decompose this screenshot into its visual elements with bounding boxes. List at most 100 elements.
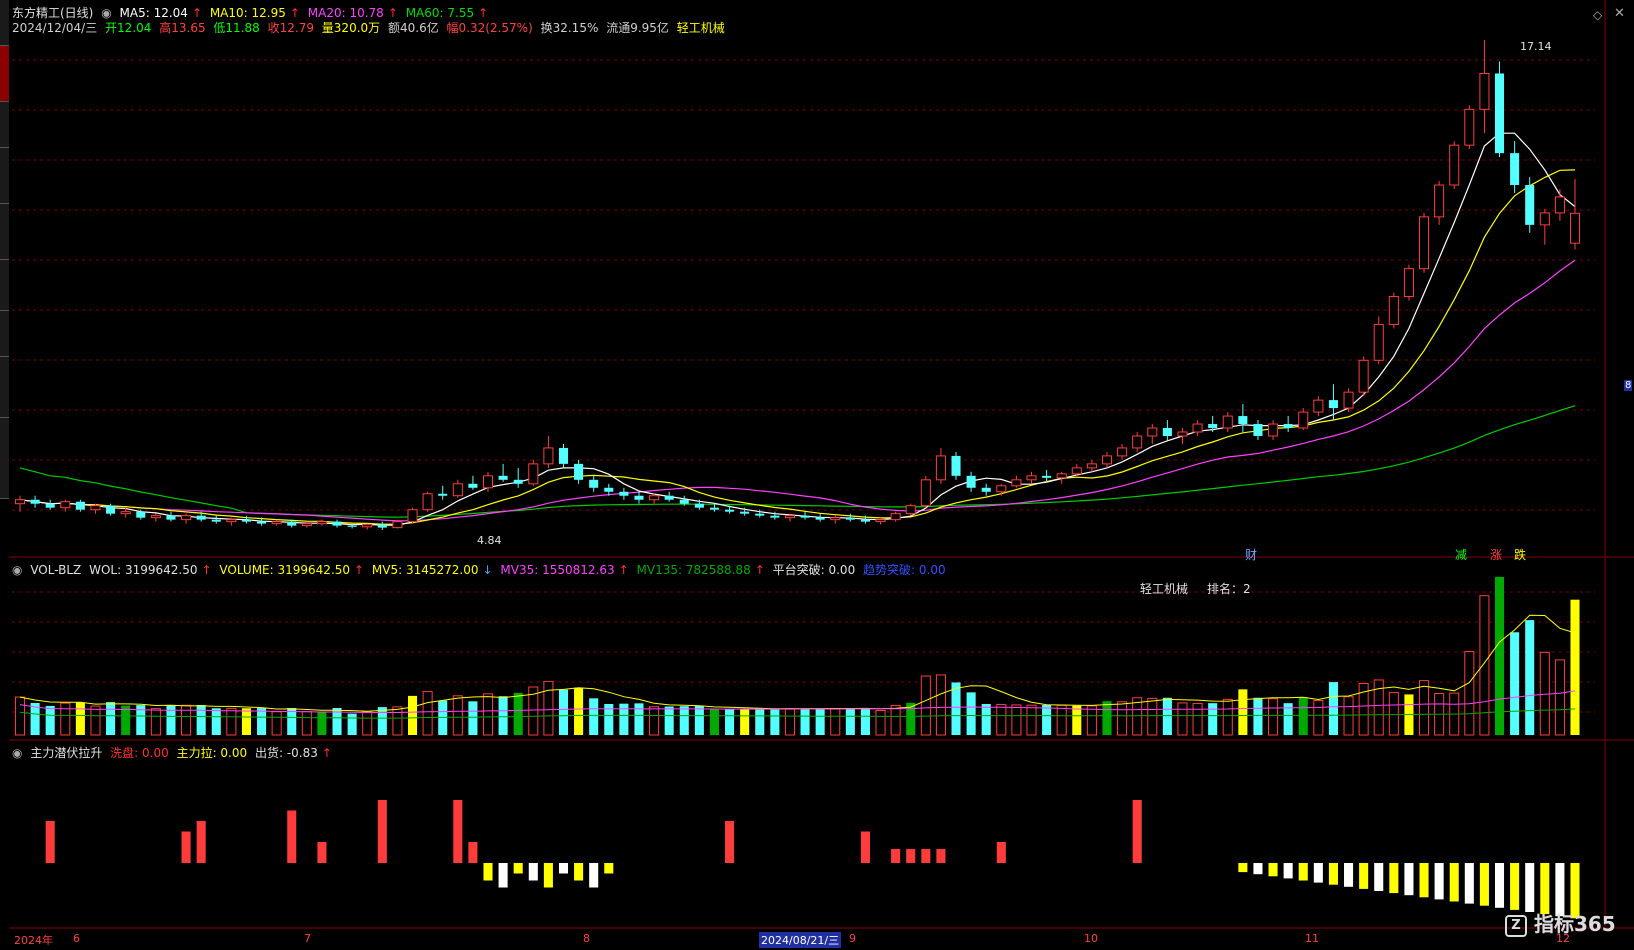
candle-body-up (452, 483, 463, 497)
event-marker-reduce[interactable]: 减 (1455, 546, 1467, 563)
vol-volume-up-icon: ↑ (354, 563, 365, 577)
indicator-bar-down (1464, 863, 1474, 904)
ind-gear-icon[interactable]: ◉ (12, 746, 22, 760)
indicator-bar-up (936, 849, 946, 863)
ind-name[interactable]: 主力潜伏拉升 (30, 746, 102, 760)
vol-gear-icon[interactable]: ◉ (12, 563, 22, 577)
indicator-bar-down (1434, 863, 1444, 900)
indicator-bar-up (181, 831, 191, 863)
volume-bar (1464, 651, 1475, 736)
event-marker-finance[interactable]: 财 (1245, 546, 1257, 563)
candle-body-down (740, 511, 750, 514)
candle-body-up (271, 521, 282, 525)
candle-body-up (392, 521, 403, 529)
candle-body-down (679, 499, 689, 504)
candle-body-up (1026, 475, 1037, 481)
indicator-bar-down (1253, 863, 1263, 875)
candle-body-up (1434, 184, 1445, 218)
candle-body-up (90, 505, 101, 511)
volume-bar (1208, 703, 1218, 735)
volume-bar (845, 708, 855, 735)
candle-body-down (498, 475, 508, 480)
vol-mv135-up-icon: ↑ (754, 563, 765, 577)
candle-body-down (1042, 475, 1052, 478)
candle-body-up (1343, 391, 1354, 409)
volume-bar (452, 695, 463, 736)
vol-platform: 平台突破: 0.00 (772, 563, 856, 577)
indicator-bar-up (921, 849, 931, 863)
candle-body-down (136, 511, 146, 518)
volume-bar (392, 706, 403, 736)
ma5-line (19, 132, 1576, 526)
volume-bar (558, 689, 569, 735)
candle-body-up (1569, 212, 1581, 244)
vol-header: ◉ VOL-BLZ WOL: 3199642.50 ↑ VOLUME: 31996… (12, 563, 950, 577)
date-axis[interactable]: 2024年 6 7 8 2024/08/21/三 9 10 11 12 (9, 932, 1634, 948)
indicator-bar-down (513, 863, 523, 874)
indicator-bar-down (483, 863, 493, 881)
volume-bar (347, 713, 357, 735)
vol-name[interactable]: VOL-BLZ (30, 563, 81, 577)
vol-sector-label: 轻工机械 (1140, 582, 1189, 596)
volume-bar (1177, 702, 1188, 736)
candle-body-up (528, 463, 539, 485)
candle-body-down (196, 515, 206, 520)
volume-bar (1056, 704, 1067, 736)
candle-body-down (966, 475, 976, 488)
axis-label-year: 2024年 (14, 934, 53, 947)
vol-mv5-down-icon: ↓ (482, 563, 493, 577)
volume-bar (211, 708, 221, 735)
volume-bar (1419, 680, 1430, 736)
volume-bar (951, 682, 961, 735)
indicator-bar-up (996, 842, 1006, 863)
candle-body-down (332, 521, 342, 526)
volume-bar (90, 705, 101, 736)
volume-bar (271, 711, 282, 736)
indicator-bar-up (287, 810, 297, 863)
volume-bar (1479, 595, 1490, 736)
axis-label-7: 7 (304, 932, 311, 945)
candle-body-up (1358, 359, 1369, 393)
volume-bar (800, 708, 810, 735)
ma60-line (19, 405, 1576, 518)
volume-bar (1268, 698, 1279, 736)
volume-bar (890, 704, 901, 736)
volume-bar (301, 711, 312, 736)
indicator-bar-down (1313, 863, 1323, 883)
candle-body-down (1162, 428, 1172, 436)
indicator-bar-down (528, 863, 538, 881)
candle-body-down (604, 487, 614, 492)
candle-body-down (725, 509, 735, 512)
candle-body-down (860, 519, 870, 522)
ind-pull: 主力拉: 0.00 (176, 746, 248, 760)
indicator-bar-down (1298, 863, 1308, 881)
event-marker-fall[interactable]: 跌 (1514, 546, 1526, 563)
kline-chart[interactable] (0, 0, 1634, 950)
volume-bar (920, 675, 931, 736)
candle-body-up (875, 519, 886, 523)
candle-body-up (181, 515, 192, 521)
candle-body-down (589, 479, 599, 488)
volume-bar (1192, 702, 1203, 736)
candle-body-up (1117, 447, 1128, 457)
volume-bar (407, 695, 418, 735)
volume-bar (166, 704, 176, 735)
indicator-bar-up (317, 842, 327, 863)
volume-bar (740, 708, 750, 735)
low-price-label: 4.84 (477, 534, 502, 547)
candle-body-down (1208, 424, 1218, 429)
volume-bar (362, 711, 373, 736)
indicator-bar-down (1389, 863, 1399, 894)
candle-body-up (920, 479, 931, 507)
volume-bar (1011, 704, 1022, 736)
candle-body-down (30, 499, 40, 504)
volume-bar (755, 708, 765, 735)
volume-bar (241, 708, 251, 735)
volume-bar (226, 707, 237, 736)
event-marker-rise[interactable]: 涨 (1490, 546, 1502, 563)
candle-body-up (1268, 423, 1279, 437)
candle-body-up (14, 499, 26, 505)
indicator-bar-down (1328, 863, 1338, 885)
candle-body-down (1525, 185, 1535, 225)
candle-body-down (513, 479, 523, 484)
